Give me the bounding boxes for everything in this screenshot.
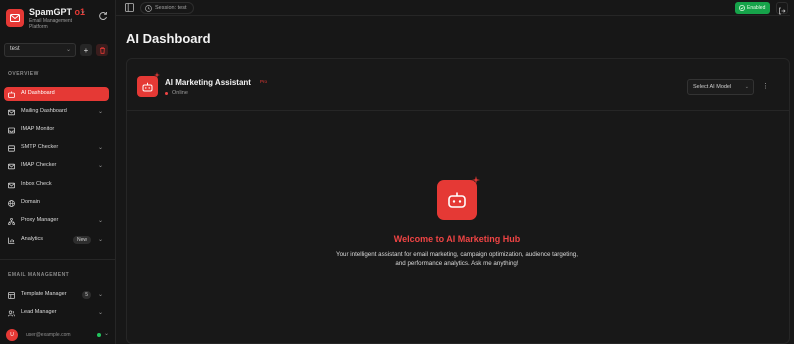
count-badge: 5 [82, 291, 91, 299]
sidebar-divider [0, 259, 116, 260]
sidebar-item-smtp-checker[interactable]: SMTP Checker ⌄ [4, 141, 109, 155]
status-badge[interactable]: Enabled [735, 2, 771, 14]
welcome-title: Welcome to AI Marketing Hub [393, 234, 521, 244]
session-label: Session: test [155, 5, 187, 11]
sidebar-item-lead-manager[interactable]: Lead Manager ⌄ [4, 306, 109, 320]
sparkle-icon [472, 176, 480, 184]
status-label: Enabled [747, 5, 766, 11]
more-options-icon[interactable]: ⋮ [762, 82, 769, 92]
delete-project-button[interactable] [96, 44, 108, 56]
session-indicator: Session: test [140, 2, 194, 14]
project-select[interactable]: test ⌄ [4, 43, 76, 57]
template-icon [8, 292, 15, 299]
app-window: SpamGPT o1 ⌄ Email Management Platform t… [0, 0, 794, 344]
inbox-icon [8, 127, 15, 134]
logout-icon [779, 7, 786, 15]
clock-icon [145, 5, 152, 12]
sidebar-item-label: IMAP Monitor [21, 126, 55, 132]
chart-icon [8, 237, 15, 244]
mail-check-icon [8, 163, 15, 170]
chevron-down-icon: ⌄ [97, 310, 103, 316]
assistant-status: Online [172, 90, 188, 96]
new-badge: New [72, 236, 91, 244]
sidebar-item-imap-monitor[interactable]: IMAP Monitor [4, 123, 109, 137]
chevron-down-icon: ⌄ [97, 163, 103, 169]
online-status-dot [165, 92, 168, 95]
brand-name: SpamGPT [29, 7, 73, 17]
chevron-down-icon: ⌄ [744, 84, 749, 90]
bot-icon [137, 76, 158, 97]
sidebar-item-proxy-manager[interactable]: Proxy Manager ⌄ [4, 214, 109, 228]
sidebar-item-label: Template Manager [21, 291, 67, 297]
avatar: U [6, 329, 18, 341]
sidebar-item-label: Inbox Check [21, 181, 52, 187]
network-icon [8, 218, 15, 225]
online-status-dot [97, 333, 101, 337]
sidebar-item-imap-checker[interactable]: IMAP Checker ⌄ [4, 159, 109, 173]
sidebar-item-mailing-dashboard[interactable]: Mailing Dashboard ⌄ [4, 105, 109, 119]
globe-icon [8, 200, 15, 207]
sidebar-item-label: SMTP Checker [21, 144, 59, 150]
chevron-down-icon: ⌄ [104, 331, 110, 337]
logout-button[interactable] [776, 2, 788, 15]
brand[interactable]: SpamGPT o1 ⌄ Email Management Platform [6, 7, 112, 33]
sidebar-item-label: Analytics [21, 236, 44, 242]
section-overview-label: OVERVIEW [8, 71, 39, 77]
bot-icon [437, 180, 477, 220]
mail-icon [8, 182, 15, 189]
main-content: Session: test Enabled AI Dashboard AI Ma… [116, 0, 790, 344]
sparkle-icon [154, 72, 160, 78]
mail-icon [8, 109, 15, 116]
chevron-down-icon: ⌄ [97, 145, 103, 151]
sidebar-item-inbox-check[interactable]: Inbox Check [4, 178, 109, 192]
sidebar-item-label: Mailing Dashboard [21, 108, 67, 114]
sidebar-item-analytics[interactable]: Analytics New ⌄ [4, 233, 109, 247]
brand-subtitle: Email Management Platform [29, 18, 73, 30]
pro-badge: Pro [260, 79, 268, 84]
welcome-description: Your intelligent assistant for email mar… [336, 251, 578, 268]
sidebar-item-domain[interactable]: Domain [4, 196, 109, 210]
refresh-icon[interactable] [98, 11, 108, 21]
sidebar-item-label: IMAP Checker [21, 162, 57, 168]
add-project-button[interactable]: + [80, 44, 92, 56]
assistant-name: AI Marketing Assistant [165, 78, 251, 87]
mail-logo-icon [6, 9, 24, 27]
chevron-down-icon[interactable]: ⌄ [80, 7, 86, 15]
sidebar-item-label: Domain [21, 199, 40, 205]
top-bar: Session: test Enabled [116, 0, 790, 16]
sidebar-item-label: AI Dashboard [21, 90, 55, 96]
section-email-management-label: EMAIL MANAGEMENT [8, 272, 70, 278]
users-icon [8, 310, 15, 317]
sidebar-item-label: Proxy Manager [21, 217, 59, 223]
sidebar: SpamGPT o1 ⌄ Email Management Platform t… [0, 0, 116, 344]
sidebar-item-label: Lead Manager [21, 309, 57, 315]
bot-icon [8, 91, 15, 98]
chevron-down-icon: ⌄ [97, 218, 103, 224]
chevron-down-icon: ⌄ [97, 109, 103, 115]
chevron-down-icon: ⌄ [97, 237, 103, 243]
user-email: user@example.com [26, 332, 71, 338]
chevron-down-icon: ⌄ [97, 292, 103, 298]
page-title: AI Dashboard [126, 31, 211, 46]
ai-model-select-placeholder: Select AI Model [693, 84, 732, 90]
sidebar-item-template-manager[interactable]: Template Manager 5 ⌄ [4, 288, 109, 302]
ai-model-select[interactable]: Select AI Model ⌄ [687, 79, 754, 95]
sidebar-toggle-icon[interactable] [125, 3, 134, 12]
trash-icon [99, 46, 105, 54]
project-select-value: test [10, 46, 20, 52]
assistant-header: AI Marketing Assistant Pro Online Select… [127, 59, 789, 111]
chevron-down-icon: ⌄ [65, 47, 71, 53]
assistant-panel: AI Marketing Assistant Pro Online Select… [126, 58, 790, 344]
user-menu[interactable]: U user@example.com ⌄ [6, 328, 110, 342]
brand-title: SpamGPT o1 [29, 7, 85, 17]
check-circle-icon [739, 5, 745, 11]
server-icon [8, 145, 15, 152]
sidebar-item-ai-dashboard[interactable]: AI Dashboard [4, 87, 109, 101]
